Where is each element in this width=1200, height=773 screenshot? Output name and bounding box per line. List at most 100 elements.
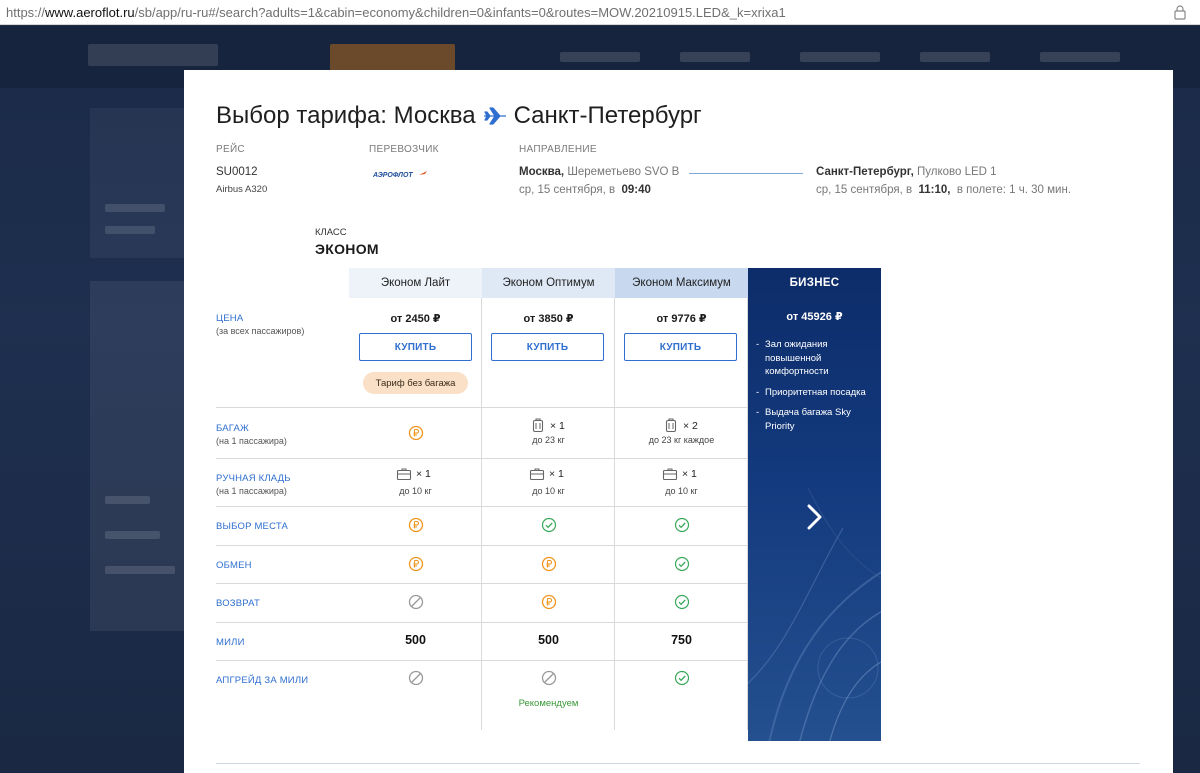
aircraft-type: Airbus A320 xyxy=(216,184,268,195)
price-econom-lite: от 2450 ₽ xyxy=(390,313,441,325)
row-sub-baggage: (на 1 пассажира) xyxy=(216,436,287,446)
business-feature: Выдача багажа Sky Priority xyxy=(756,406,876,433)
row-divider xyxy=(216,458,748,459)
background-text xyxy=(105,204,165,212)
miles-econom-maximum: 750 xyxy=(671,633,692,647)
suitcase-icon xyxy=(532,418,544,433)
url-text[interactable]: https://www.aeroflot.ru/sb/app/ru-ru#/se… xyxy=(0,5,786,20)
row-divider xyxy=(216,506,748,507)
price-econom-maximum: от 9776 ₽ xyxy=(656,313,707,325)
baggage-cap-maximum: до 23 кг каждое xyxy=(648,435,715,445)
price-econom-optimum: от 3850 ₽ xyxy=(523,313,574,325)
origin: Москва, Шереметьево SVO B xyxy=(519,166,680,178)
direction-label: НАПРАВЛЕНИЕ xyxy=(519,144,597,155)
row-divider xyxy=(216,407,748,408)
fare-header-econom-maximum[interactable]: Эконом Максимум xyxy=(615,268,748,298)
row-label-hand-luggage: РУЧНАЯ КЛАДЬ xyxy=(216,473,291,484)
price-business: от 45926 ₽ xyxy=(786,311,843,323)
page-title: Выбор тарифа: Москва Санкт-Петербург xyxy=(216,102,702,129)
ruble-coin-icon xyxy=(408,425,424,441)
business-fare-panel[interactable]: БИЗНЕС от 45926 ₽ Зал ожидания повышенно… xyxy=(748,268,881,741)
no-baggage-badge: Тариф без багажа xyxy=(363,372,468,394)
fare-header-business: БИЗНЕС xyxy=(789,277,840,289)
background-nav xyxy=(920,52,990,62)
fare-header-econom-optimum[interactable]: Эконом Оптимум xyxy=(482,268,615,298)
hand-qty-lite: × 1 xyxy=(416,468,431,480)
background-nav xyxy=(680,52,750,62)
row-divider xyxy=(216,545,748,546)
background-text xyxy=(105,496,150,504)
hand-cap-maximum: до 10 кг xyxy=(665,486,698,496)
flight-label: РЕЙС xyxy=(216,144,245,155)
baggage-qty-maximum: × 2 xyxy=(683,420,698,432)
background-logo xyxy=(88,44,218,66)
chevron-right-icon[interactable] xyxy=(801,500,827,534)
fare-selection-modal: Выбор тарифа: Москва Санкт-Петербург РЕЙ… xyxy=(184,70,1173,773)
briefcase-icon xyxy=(396,468,412,481)
row-divider xyxy=(216,660,748,661)
ruble-coin-icon xyxy=(408,517,424,533)
buy-button-econom-optimum[interactable]: КУПИТЬ xyxy=(491,333,604,361)
cabin-class-label: КЛАСС xyxy=(315,227,347,238)
background-sidebar xyxy=(90,108,185,258)
plane-icon xyxy=(483,107,506,125)
baggage-qty-optimum: × 1 xyxy=(550,420,565,432)
check-circle-icon xyxy=(674,556,690,572)
prohibited-icon xyxy=(408,594,424,610)
svg-text:АЭРОФЛОТ: АЭРОФЛОТ xyxy=(373,172,413,179)
check-circle-icon xyxy=(674,670,690,686)
row-label-price: ЦЕНА xyxy=(216,313,244,324)
background-text xyxy=(105,566,175,574)
row-label-baggage: БАГАЖ xyxy=(216,423,249,434)
check-circle-icon xyxy=(674,594,690,610)
check-circle-icon xyxy=(541,517,557,533)
miles-econom-optimum: 500 xyxy=(538,633,559,647)
check-circle-icon xyxy=(674,517,690,533)
background-text xyxy=(105,226,155,234)
carrier-label: ПЕРЕВОЗЧИК xyxy=(369,144,439,155)
hand-qty-optimum: × 1 xyxy=(549,468,564,480)
recommended-label: Рекомендуем xyxy=(518,698,579,709)
column-divider xyxy=(614,298,615,730)
row-label-upgrade: АПГРЕЙД ЗА МИЛИ xyxy=(216,675,309,686)
prohibited-icon xyxy=(541,670,557,686)
column-divider xyxy=(481,298,482,730)
suitcase-icon xyxy=(665,418,677,433)
arrival-time: ср, 15 сентября, в 11:10, в полете: 1 ч.… xyxy=(816,184,1072,196)
row-label-refund: ВОЗВРАТ xyxy=(216,598,260,609)
background-sidebar xyxy=(90,281,185,631)
route-line xyxy=(689,173,803,174)
departure-time: ср, 15 сентября, в 09:40 xyxy=(519,184,651,196)
background-text xyxy=(105,531,160,539)
flight-number: SU0012 xyxy=(216,166,258,178)
hand-cap-optimum: до 10 кг xyxy=(532,486,565,496)
site-info-icon[interactable] xyxy=(1172,4,1188,20)
ruble-coin-icon xyxy=(541,594,557,610)
prohibited-icon xyxy=(408,670,424,686)
background-nav xyxy=(800,52,880,62)
background-nav xyxy=(1040,52,1120,62)
row-sub-price: (за всех пассажиров) xyxy=(216,326,305,336)
aeroflot-logo: АЭРОФЛОТ xyxy=(373,171,427,179)
business-features: Зал ожидания повышенной комфортности При… xyxy=(756,338,876,440)
buy-button-econom-maximum[interactable]: КУПИТЬ xyxy=(624,333,737,361)
cabin-class-name: ЭКОНОМ xyxy=(315,241,379,257)
ruble-coin-icon xyxy=(408,556,424,572)
footer-divider xyxy=(216,763,1140,764)
row-label-exchange: ОБМЕН xyxy=(216,560,252,571)
fare-header-econom-lite[interactable]: Эконом Лайт xyxy=(349,268,482,298)
business-feature: Зал ожидания повышенной комфортности xyxy=(756,338,876,379)
browser-address-bar[interactable]: https://www.aeroflot.ru/sb/app/ru-ru#/se… xyxy=(0,0,1200,25)
destination: Санкт-Петербург, Пулково LED 1 xyxy=(816,166,997,178)
row-label-miles: МИЛИ xyxy=(216,637,245,648)
row-label-seat-selection: ВЫБОР МЕСТА xyxy=(216,521,289,532)
background-nav xyxy=(560,52,640,62)
buy-button-econom-lite[interactable]: КУПИТЬ xyxy=(359,333,472,361)
background-button xyxy=(330,44,455,72)
ruble-coin-icon xyxy=(541,556,557,572)
hand-cap-lite: до 10 кг xyxy=(399,486,432,496)
row-divider xyxy=(216,622,748,623)
briefcase-icon xyxy=(662,468,678,481)
baggage-cap-optimum: до 23 кг xyxy=(532,435,565,445)
hand-qty-maximum: × 1 xyxy=(682,468,697,480)
